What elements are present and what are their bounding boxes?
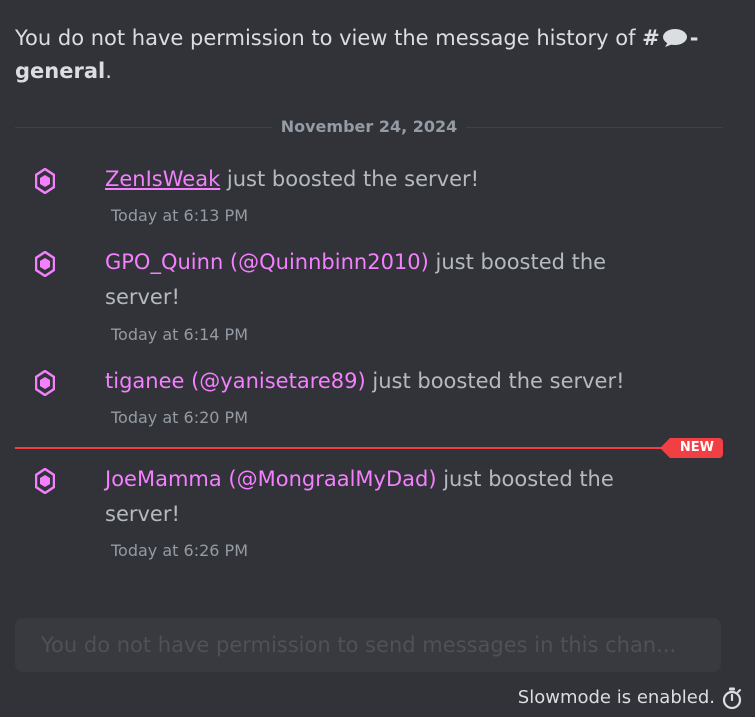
stopwatch-icon[interactable]: [721, 687, 743, 709]
message-timestamp[interactable]: Today at 6:20 PM: [111, 407, 248, 429]
message-username[interactable]: tiganee (@yanisetare89): [105, 369, 366, 393]
history-permission-notice: You do not have permission to view the m…: [15, 22, 735, 88]
new-messages-line: [15, 447, 673, 449]
date-divider-label: November 24, 2024: [272, 116, 466, 138]
new-messages-divider: NEW: [15, 438, 723, 458]
date-divider: November 24, 2024: [15, 114, 723, 140]
boost-message-text: JoeMamma (@MongraalMyDad) just boosted t…: [105, 462, 685, 532]
boost-message-text: ZenIsWeak just boosted the server!: [105, 162, 685, 197]
message-timestamp[interactable]: Today at 6:26 PM: [111, 540, 248, 562]
history-notice-text: You do not have permission to view the m…: [15, 26, 636, 50]
composer-placeholder: You do not have permission to send messa…: [41, 633, 677, 657]
server-boost-icon: [35, 251, 55, 277]
history-notice-suffix: .: [105, 59, 112, 83]
message-action: just boosted the server!: [220, 167, 480, 191]
message-composer: You do not have permission to send messa…: [15, 618, 721, 672]
slowmode-indicator: Slowmode is enabled.: [518, 686, 743, 710]
new-badge: NEW: [659, 438, 723, 458]
channel-hash: #: [642, 26, 660, 50]
boost-message-text: GPO_Quinn (@Quinnbinn2010) just boosted …: [105, 245, 685, 315]
message-username[interactable]: ZenIsWeak: [105, 167, 220, 191]
slowmode-label: Slowmode is enabled.: [517, 687, 715, 708]
message-username[interactable]: JoeMamma (@MongraalMyDad): [105, 467, 437, 491]
chat-bubble-icon: [662, 29, 687, 47]
message-timestamp[interactable]: Today at 6:13 PM: [111, 205, 248, 227]
message-action: just boosted the server!: [365, 369, 625, 393]
message-timestamp[interactable]: Today at 6:14 PM: [111, 324, 248, 346]
server-boost-icon: [35, 468, 55, 494]
server-boost-icon: [35, 168, 55, 194]
boost-message-text: tiganee (@yanisetare89) just boosted the…: [105, 364, 685, 399]
message-username[interactable]: GPO_Quinn (@Quinnbinn2010): [105, 250, 429, 274]
server-boost-icon: [35, 370, 55, 396]
